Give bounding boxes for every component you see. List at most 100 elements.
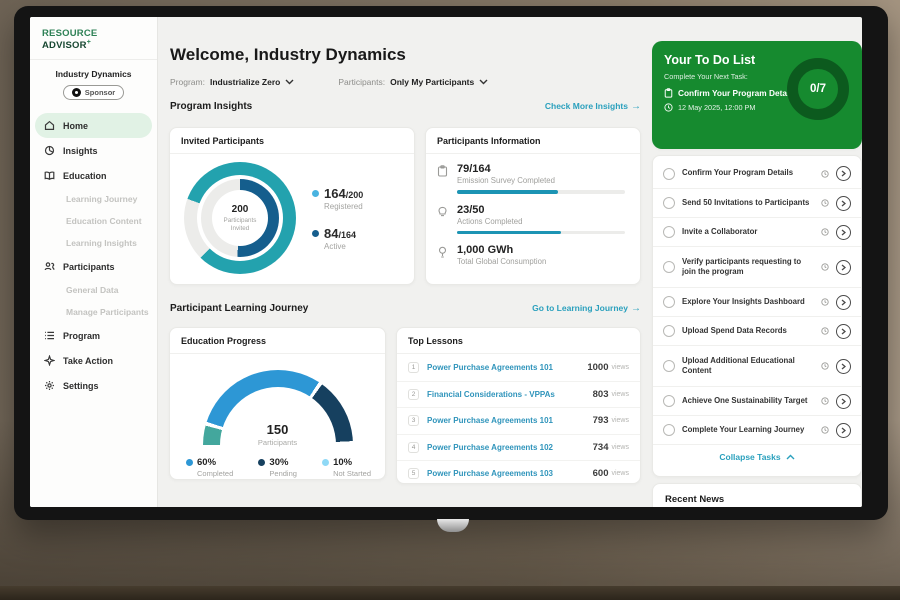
task-checkbox[interactable] xyxy=(663,395,675,407)
task-checkbox[interactable] xyxy=(663,360,675,372)
sponsor-badge[interactable]: Sponsor xyxy=(63,85,124,100)
task-row[interactable]: Invite a Collaborator xyxy=(653,217,861,246)
participants-dropdown[interactable]: Participants: Only My Participants xyxy=(338,77,488,87)
monitor-stand xyxy=(437,519,469,532)
sidebar-item-home[interactable]: Home xyxy=(35,113,152,138)
lesson-link[interactable]: Power Purchase Agreements 101 xyxy=(427,416,593,425)
views-count: 803 xyxy=(593,389,609,400)
clock-icon xyxy=(821,426,829,434)
task-checkbox[interactable] xyxy=(663,296,675,308)
task-row[interactable]: Send 50 Invitations to Participants xyxy=(653,188,861,217)
task-row[interactable]: Verify participants requesting to join t… xyxy=(653,246,861,287)
clock-icon xyxy=(664,103,673,112)
sidebar-item-general-data[interactable]: General Data xyxy=(30,279,157,301)
sponsor-label: Sponsor xyxy=(85,88,115,97)
task-row[interactable]: Upload Spend Data Records xyxy=(653,316,861,345)
lesson-link[interactable]: Power Purchase Agreements 101 xyxy=(427,363,587,372)
views-count: 1000 xyxy=(587,362,608,373)
rank-badge: 4 xyxy=(408,442,419,453)
participants-information-card: Participants Information 79/164 Emission… xyxy=(425,127,641,285)
sidebar-item-take-action[interactable]: Take Action xyxy=(30,348,157,373)
stat-actions: 23/50 Actions Completed xyxy=(437,204,627,235)
task-checkbox[interactable] xyxy=(663,424,675,436)
sidebar-item-insights[interactable]: Insights xyxy=(30,138,157,163)
progress-track xyxy=(457,190,625,194)
task-row[interactable]: Confirm Your Program Details xyxy=(653,159,861,188)
task-checkbox[interactable] xyxy=(663,325,675,337)
lesson-row: 4 Power Purchase Agreements 102 734 view… xyxy=(397,434,640,461)
card-title: Top Lessons xyxy=(397,328,640,354)
task-checkbox[interactable] xyxy=(663,197,675,209)
chevron-right-button[interactable] xyxy=(836,260,851,275)
sidebar-item-education-content[interactable]: Education Content xyxy=(30,210,157,232)
sidebar-item-settings[interactable]: Settings xyxy=(30,373,157,398)
sidebar-item-label: Insights xyxy=(63,146,98,156)
task-label: Confirm Your Program Details xyxy=(682,168,814,178)
task-row[interactable]: Achieve One Sustainability Target xyxy=(653,386,861,415)
lesson-link[interactable]: Financial Considerations - VPPAs xyxy=(427,390,593,399)
chevron-right-button[interactable] xyxy=(836,225,851,240)
collapse-tasks-link[interactable]: Collapse Tasks xyxy=(653,444,861,468)
clock-icon xyxy=(821,327,829,335)
lesson-row: 3 Power Purchase Agreements 101 793 view… xyxy=(397,407,640,434)
clock-icon xyxy=(821,263,829,271)
task-checkbox[interactable] xyxy=(663,226,675,238)
views-count: 600 xyxy=(593,468,609,479)
task-row[interactable]: Complete Your Learning Journey xyxy=(653,415,861,444)
card-title: Invited Participants xyxy=(170,128,414,154)
monitor-bezel: RESOURCE ADVISOR+ Industry Dynamics Spon… xyxy=(14,6,888,520)
chevron-right-button[interactable] xyxy=(836,394,851,409)
stat-bar-fill xyxy=(457,231,561,235)
legend-pending: 30% Pending xyxy=(258,457,297,478)
stat-bar-fill xyxy=(457,190,558,194)
clipboard-icon xyxy=(664,88,673,98)
filters-bar: Program: Industrialize Zero Participants… xyxy=(170,77,488,87)
task-label: Upload Additional Educational Content xyxy=(682,356,814,376)
chevron-right-button[interactable] xyxy=(836,359,851,374)
task-row[interactable]: Upload Additional Educational Content xyxy=(653,345,861,386)
program-value: Industrialize Zero xyxy=(210,77,280,87)
sidebar-item-label: Participants xyxy=(63,262,115,272)
sidebar-item-manage-participants[interactable]: Manage Participants xyxy=(30,301,157,323)
task-checkbox[interactable] xyxy=(663,168,675,180)
sidebar-item-program[interactable]: Program xyxy=(30,323,157,348)
sidebar-item-participants[interactable]: Participants xyxy=(30,254,157,279)
pie-chart-icon xyxy=(44,145,55,156)
sidebar-item-education[interactable]: Education xyxy=(30,163,157,188)
participants-value: Only My Participants xyxy=(390,77,474,87)
chevron-right-button[interactable] xyxy=(836,324,851,339)
check-more-insights-link[interactable]: Check More Insights→ xyxy=(545,101,641,112)
sidebar-item-learning-insights[interactable]: Learning Insights xyxy=(30,232,157,254)
lesson-link[interactable]: Power Purchase Agreements 103 xyxy=(427,469,593,478)
program-label: Program: xyxy=(170,77,205,87)
task-label: Explore Your Insights Dashboard xyxy=(682,297,814,307)
card-title: Participants Information xyxy=(426,128,640,154)
education-gauge: 150 Participants xyxy=(203,370,353,447)
clock-icon xyxy=(821,397,829,405)
todo-task-list: Confirm Your Program Details Send 50 Inv… xyxy=(652,155,862,477)
recent-news-card: Recent News xyxy=(652,483,862,507)
chevron-right-button[interactable] xyxy=(836,295,851,310)
task-row[interactable]: Explore Your Insights Dashboard xyxy=(653,287,861,316)
clipboard-icon xyxy=(437,165,448,177)
clock-icon xyxy=(821,298,829,306)
people-icon xyxy=(44,261,55,272)
sidebar-item-learning-journey[interactable]: Learning Journey xyxy=(30,188,157,210)
legend-dot xyxy=(312,230,319,237)
program-dropdown[interactable]: Program: Industrialize Zero xyxy=(170,77,294,87)
logo-plus: + xyxy=(87,39,91,46)
clock-icon xyxy=(821,199,829,207)
dashboard-screen: RESOURCE ADVISOR+ Industry Dynamics Spon… xyxy=(30,17,862,507)
legend-registered: 164/200 Registered xyxy=(312,186,363,211)
legend-dot xyxy=(322,459,329,466)
sidebar-item-label: Home xyxy=(63,121,88,131)
stat-emission-survey: 79/164 Emission Survey Completed xyxy=(437,163,627,194)
chevron-right-button[interactable] xyxy=(836,196,851,211)
lesson-link[interactable]: Power Purchase Agreements 102 xyxy=(427,443,593,452)
task-checkbox[interactable] xyxy=(663,261,675,273)
go-to-learning-journey-link[interactable]: Go to Learning Journey→ xyxy=(532,303,641,314)
legend-dot xyxy=(312,190,319,197)
chevron-right-button[interactable] xyxy=(836,423,851,438)
chevron-right-button[interactable] xyxy=(836,166,851,181)
legend-not-started: 10% Not Started xyxy=(322,457,371,478)
